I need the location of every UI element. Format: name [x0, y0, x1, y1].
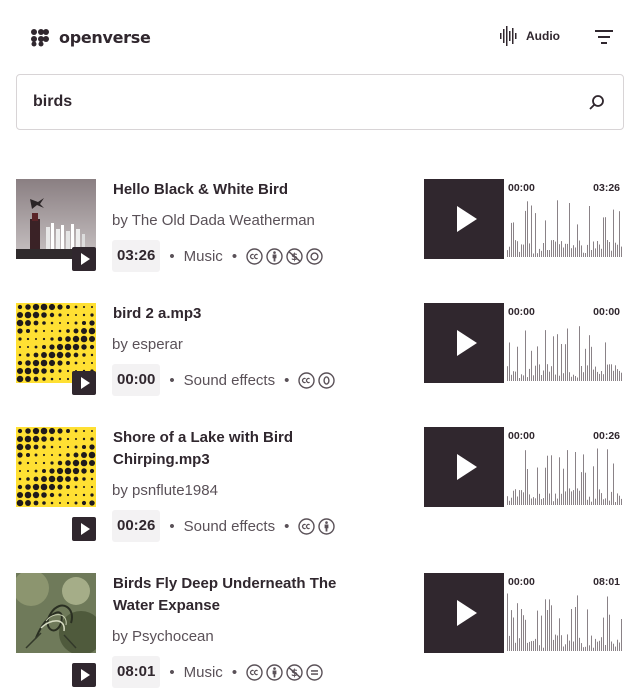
play-button[interactable]: [424, 427, 504, 507]
play-button[interactable]: [424, 573, 504, 653]
cc-icon: [298, 517, 316, 535]
play-button[interactable]: [424, 303, 504, 383]
cc-icon: [246, 663, 263, 681]
duration-badge: 03:26: [112, 240, 161, 272]
openverse-logo-icon: [31, 28, 49, 46]
result-meta: 03:26 • Music • $: [112, 240, 323, 272]
license-icons: $: [246, 247, 323, 265]
by-icon: [266, 663, 283, 681]
media-type-switcher[interactable]: Audio: [500, 26, 560, 46]
license-icons: [298, 517, 336, 535]
nc-icon: $: [286, 663, 303, 681]
separator-dot: •: [231, 663, 238, 681]
result-creator: by esperar: [112, 336, 183, 353]
current-time: 00:00: [508, 182, 535, 194]
duration-badge: 00:26: [112, 510, 161, 542]
separator-dot: •: [169, 371, 175, 389]
audio-player: 00:00 00:00: [424, 303, 624, 383]
current-time: 00:00: [508, 430, 535, 442]
separator-dot: •: [284, 517, 290, 535]
result-title[interactable]: bird 2 a.mp3: [113, 303, 373, 325]
search-icon[interactable]: [589, 94, 605, 110]
category-label: Music: [183, 663, 223, 681]
category-label: Sound effects: [183, 517, 276, 535]
play-icon[interactable]: [72, 663, 96, 687]
play-button[interactable]: [424, 179, 504, 259]
zero-icon: [318, 371, 336, 389]
result-meta: 00:26 • Sound effects •: [112, 510, 336, 542]
cc-icon: [246, 247, 263, 265]
audio-result[interactable]: Shore of a Lake with Bird Chirping.mp3 b…: [16, 427, 624, 547]
separator-dot: •: [284, 371, 290, 389]
nd-icon: [306, 663, 323, 681]
play-icon[interactable]: [72, 371, 96, 395]
result-title[interactable]: Birds Fly Deep Underneath The Water Expa…: [113, 573, 373, 617]
audio-result[interactable]: bird 2 a.mp3 by esperar 00:00 • Sound ef…: [16, 303, 624, 403]
separator-dot: •: [169, 517, 175, 535]
audio-player: 00:00 08:01: [424, 573, 624, 653]
sa-icon: [306, 247, 323, 265]
filter-icon[interactable]: [595, 29, 613, 45]
duration-badge: 00:00: [112, 364, 161, 396]
by-icon: [266, 247, 283, 265]
search-bar: [16, 74, 624, 130]
category-label: Sound effects: [183, 371, 276, 389]
separator-dot: •: [169, 247, 175, 265]
result-creator: by The Old Dada Weatherman: [112, 212, 315, 229]
audio-player: 00:00 03:26: [424, 179, 624, 259]
license-icons: $: [246, 663, 323, 681]
media-type-label: Audio: [526, 29, 560, 43]
audio-result[interactable]: Hello Black & White Bird by The Old Dada…: [16, 179, 624, 279]
result-creator: by psnflute1984: [112, 482, 218, 499]
duration-badge: 08:01: [112, 656, 161, 688]
audio-waveform-icon: [500, 26, 517, 46]
result-title[interactable]: Hello Black & White Bird: [113, 179, 373, 201]
play-icon[interactable]: [72, 247, 96, 271]
play-icon[interactable]: [72, 517, 96, 541]
header: openverse Audio: [0, 0, 640, 74]
result-title[interactable]: Shore of a Lake with Bird Chirping.mp3: [113, 427, 373, 471]
audio-player: 00:00 00:26: [424, 427, 624, 507]
logo-text: openverse: [59, 28, 151, 47]
category-label: Music: [183, 247, 223, 265]
total-time: 08:01: [593, 576, 620, 588]
total-time: 03:26: [593, 182, 620, 194]
current-time: 00:00: [508, 576, 535, 588]
audio-result[interactable]: Birds Fly Deep Underneath The Water Expa…: [16, 573, 624, 693]
result-meta: 00:00 • Sound effects •: [112, 364, 336, 396]
nc-icon: $: [286, 247, 303, 265]
license-icons: [298, 371, 336, 389]
total-time: 00:26: [593, 430, 620, 442]
total-time: 00:00: [593, 306, 620, 318]
search-input[interactable]: [33, 75, 553, 129]
cc-icon: [298, 371, 316, 389]
by-icon: [318, 517, 336, 535]
thumbnail-image: [16, 427, 96, 507]
result-creator: by Psychocean: [112, 628, 214, 645]
separator-dot: •: [169, 663, 175, 681]
separator-dot: •: [231, 247, 238, 265]
current-time: 00:00: [508, 306, 535, 318]
result-meta: 08:01 • Music • $: [112, 656, 323, 688]
thumbnail-image: [16, 573, 96, 653]
openverse-logo[interactable]: openverse: [31, 28, 151, 47]
